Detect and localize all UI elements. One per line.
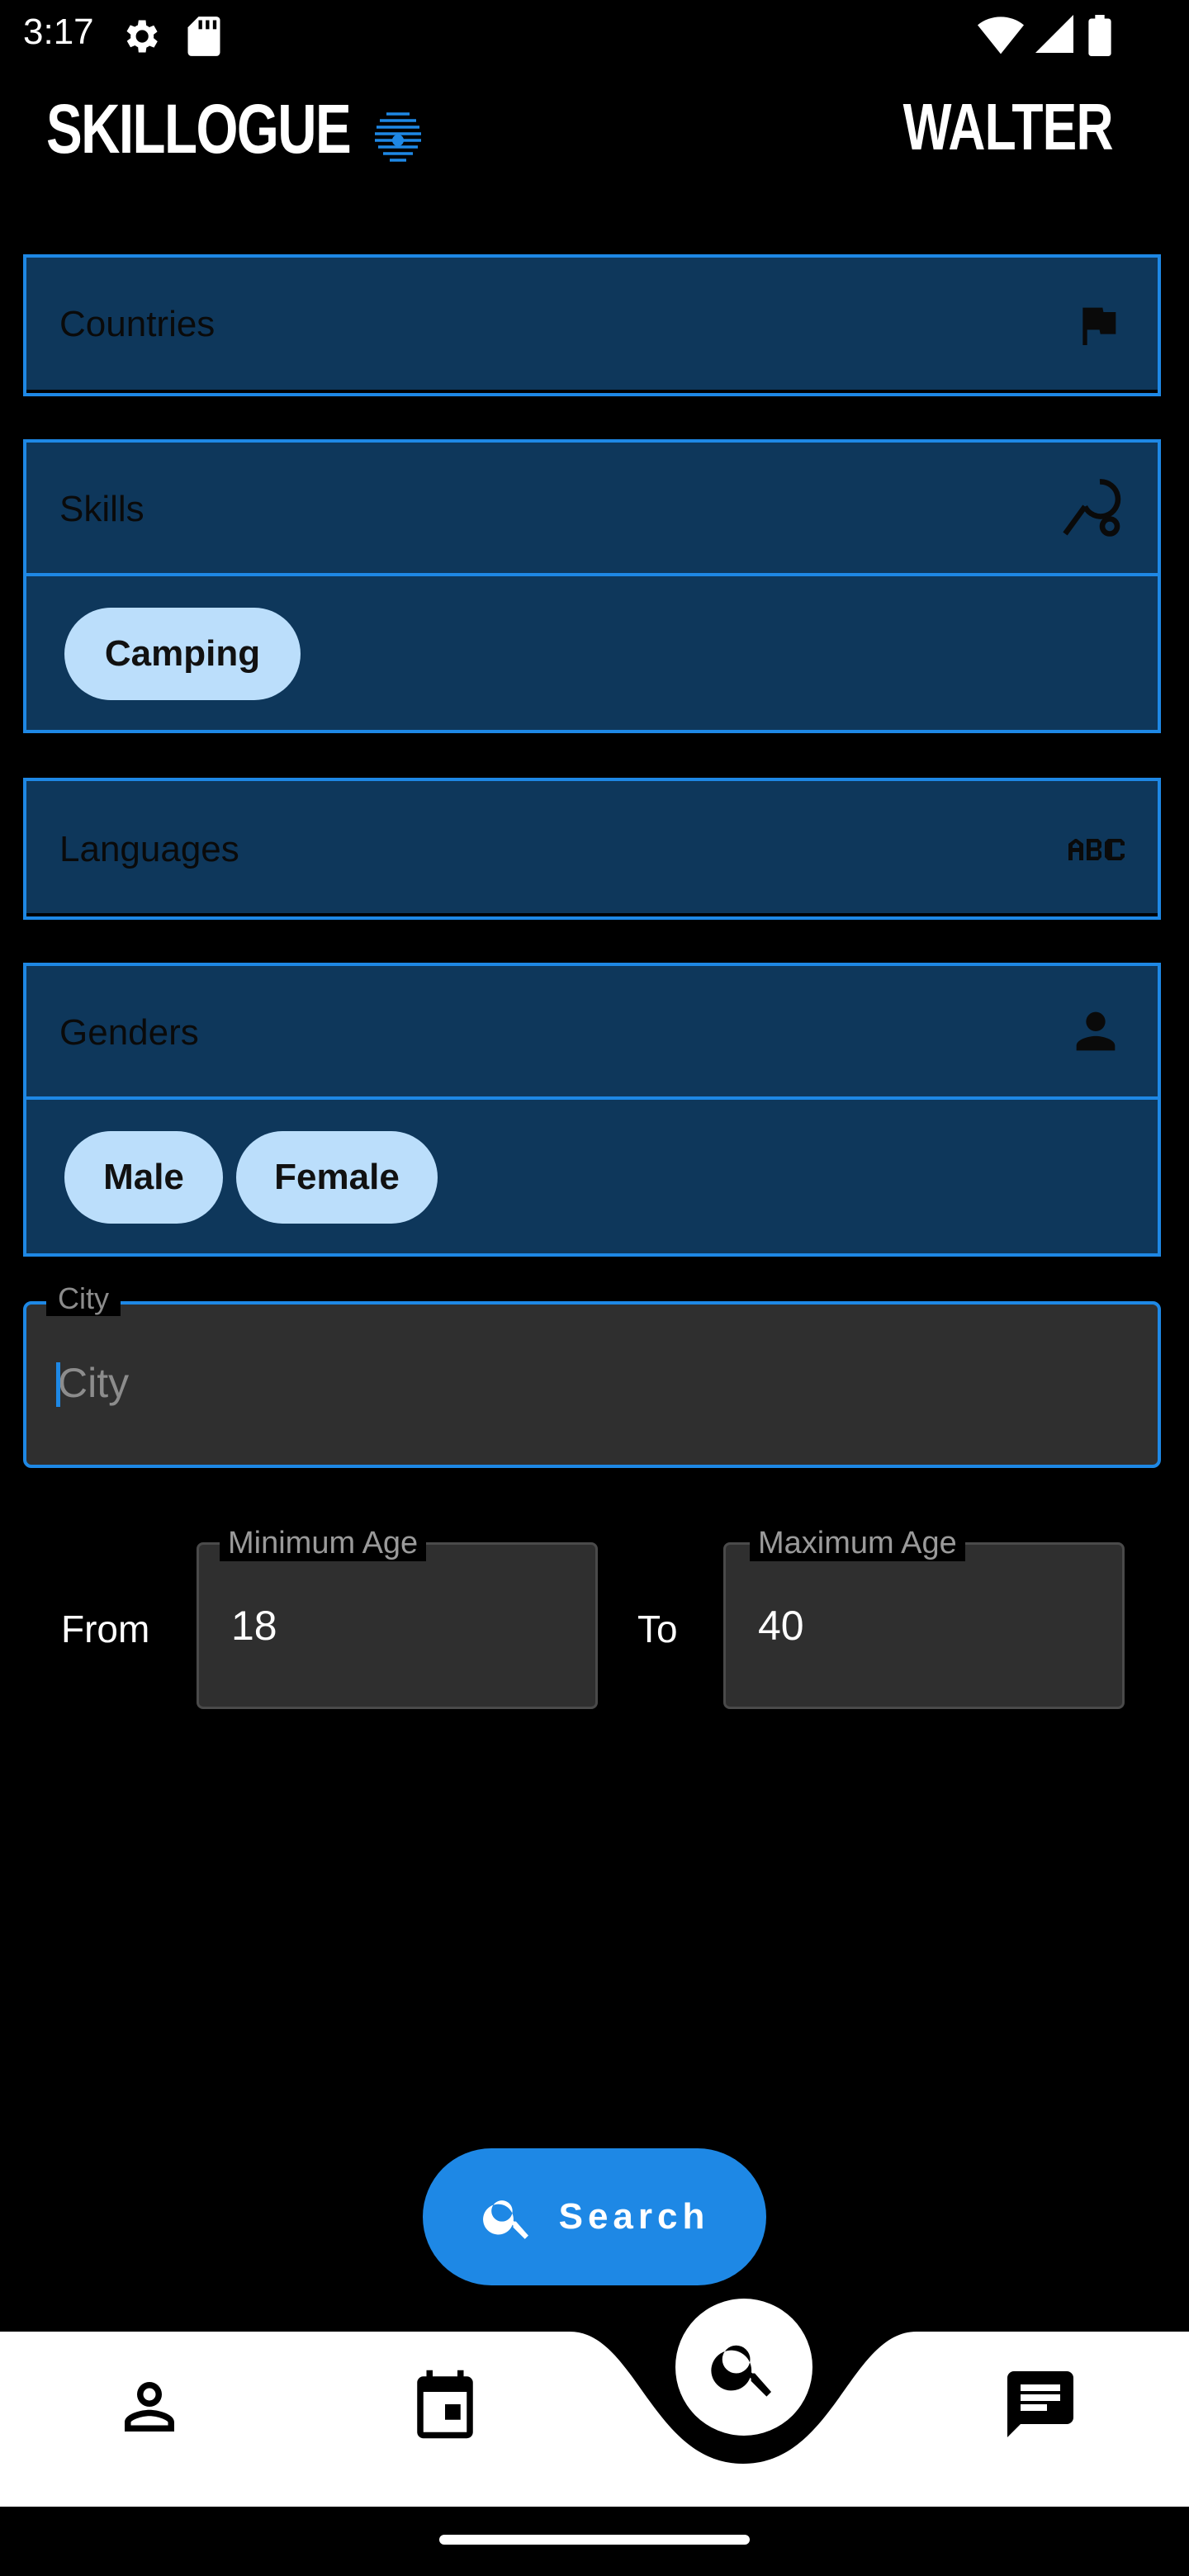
search-button-label: Search — [558, 2196, 710, 2237]
flag-icon — [1082, 307, 1116, 345]
settings-status-icon — [126, 20, 158, 53]
skills-divider — [26, 573, 1158, 576]
countries-label: Countries — [59, 304, 216, 344]
genders-label: Genders — [59, 1012, 199, 1053]
gender-chip-male[interactable]: Male — [64, 1131, 223, 1224]
hive-logo-icon — [375, 112, 421, 162]
city-legend: City — [46, 1281, 121, 1316]
maximum-age-legend: Maximum Age — [750, 1526, 965, 1561]
search-tab-button[interactable] — [675, 2299, 812, 2436]
from-label: From — [61, 1608, 150, 1650]
languages-field[interactable]: Languages — [23, 778, 1161, 920]
skills-field[interactable]: Skills Camping — [23, 439, 1161, 733]
skill-chip-camping[interactable]: Camping — [64, 608, 301, 700]
app-brand: SKILLOGUE — [46, 90, 352, 168]
battery-icon — [1088, 15, 1111, 56]
person-icon — [1076, 1011, 1116, 1051]
skills-label: Skills — [59, 489, 144, 529]
minimum-age-legend: Minimum Age — [220, 1526, 427, 1561]
languages-label: Languages — [59, 829, 239, 869]
signal-icon — [1035, 15, 1073, 53]
text-cursor — [56, 1362, 60, 1407]
search-tab-icon — [711, 2345, 771, 2397]
wifi-icon — [978, 17, 1024, 54]
gender-chip-female[interactable]: Female — [236, 1131, 438, 1224]
countries-field[interactable]: Countries — [23, 254, 1161, 396]
minimum-age-value: 18 — [231, 1603, 277, 1649]
maximum-age-value: 40 — [758, 1603, 804, 1649]
to-label: To — [637, 1608, 678, 1650]
languages-underline — [26, 913, 1158, 916]
calendar-tab-icon[interactable] — [408, 2363, 482, 2446]
user-name[interactable]: WALTER — [903, 89, 1114, 165]
countries-underline — [26, 390, 1158, 393]
genders-field[interactable]: Genders Male Female — [23, 963, 1161, 1257]
skills-icon — [1063, 479, 1121, 537]
home-indicator[interactable] — [439, 2535, 750, 2545]
sd-card-icon — [187, 17, 220, 56]
city-placeholder: City — [58, 1360, 130, 1406]
search-button[interactable]: Search — [423, 2148, 766, 2285]
abc-icon — [1068, 839, 1125, 860]
genders-divider — [26, 1096, 1158, 1100]
chat-tab-icon[interactable] — [1001, 2365, 1080, 2444]
city-input[interactable] — [23, 1301, 1161, 1468]
status-time: 3:17 — [23, 12, 94, 52]
profile-tab-icon[interactable] — [112, 2370, 187, 2444]
search-icon — [482, 2200, 528, 2239]
